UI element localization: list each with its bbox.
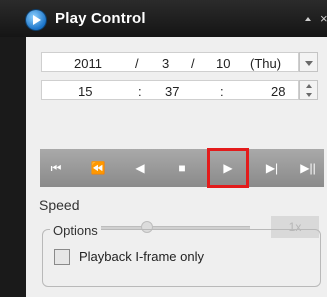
skip-to-start-button[interactable]: ⏮ bbox=[40, 149, 72, 187]
title-bar: Play Control × bbox=[0, 0, 327, 37]
playback-iframe-only-checkbox[interactable] bbox=[54, 249, 70, 265]
playback-toolbar: ⏮ ⏪ ◀ ■ ▶ ▶| ▶|| bbox=[40, 148, 324, 188]
time-separator: : bbox=[138, 84, 142, 99]
time-separator: : bbox=[220, 84, 224, 99]
play-app-icon bbox=[26, 10, 46, 30]
close-icon[interactable]: × bbox=[320, 11, 327, 26]
play-reverse-button[interactable]: ◀ bbox=[124, 149, 156, 187]
window-title: Play Control bbox=[55, 10, 146, 27]
time-minute[interactable]: 37 bbox=[165, 84, 179, 99]
time-field[interactable]: 15 : 37 : 28 bbox=[41, 80, 299, 100]
playback-iframe-only-label[interactable]: Playback I-frame only bbox=[79, 249, 204, 264]
time-hour[interactable]: 15 bbox=[78, 84, 92, 99]
date-separator: / bbox=[191, 56, 195, 71]
chevron-down-icon bbox=[305, 61, 313, 66]
date-weekday: (Thu) bbox=[250, 56, 282, 71]
date-separator: / bbox=[135, 56, 139, 71]
play-button[interactable]: ▶ bbox=[207, 148, 249, 188]
spin-up-icon[interactable] bbox=[306, 84, 312, 88]
collapse-icon[interactable] bbox=[305, 17, 311, 21]
date-dropdown-button[interactable] bbox=[299, 52, 318, 72]
date-month[interactable]: 3 bbox=[162, 56, 169, 71]
time-spinner[interactable] bbox=[299, 80, 318, 100]
date-year[interactable]: 2011 bbox=[74, 56, 102, 71]
time-second[interactable]: 28 bbox=[271, 84, 285, 99]
step-forward-button[interactable]: ▶| bbox=[256, 149, 288, 187]
step-back-button[interactable]: ⏪ bbox=[82, 149, 114, 187]
play-control-panel: 2011 / 3 / 10 (Thu) 15 : 37 : 28 ⏮ ⏪ ◀ ■… bbox=[26, 37, 327, 297]
options-legend: Options bbox=[50, 223, 101, 238]
speed-label: Speed bbox=[39, 197, 80, 213]
stop-button[interactable]: ■ bbox=[166, 149, 198, 187]
skip-to-end-button[interactable]: ▶|| bbox=[292, 149, 324, 187]
date-field[interactable]: 2011 / 3 / 10 (Thu) bbox=[41, 52, 299, 72]
spin-down-icon[interactable] bbox=[306, 93, 312, 97]
date-day[interactable]: 10 bbox=[216, 56, 230, 71]
